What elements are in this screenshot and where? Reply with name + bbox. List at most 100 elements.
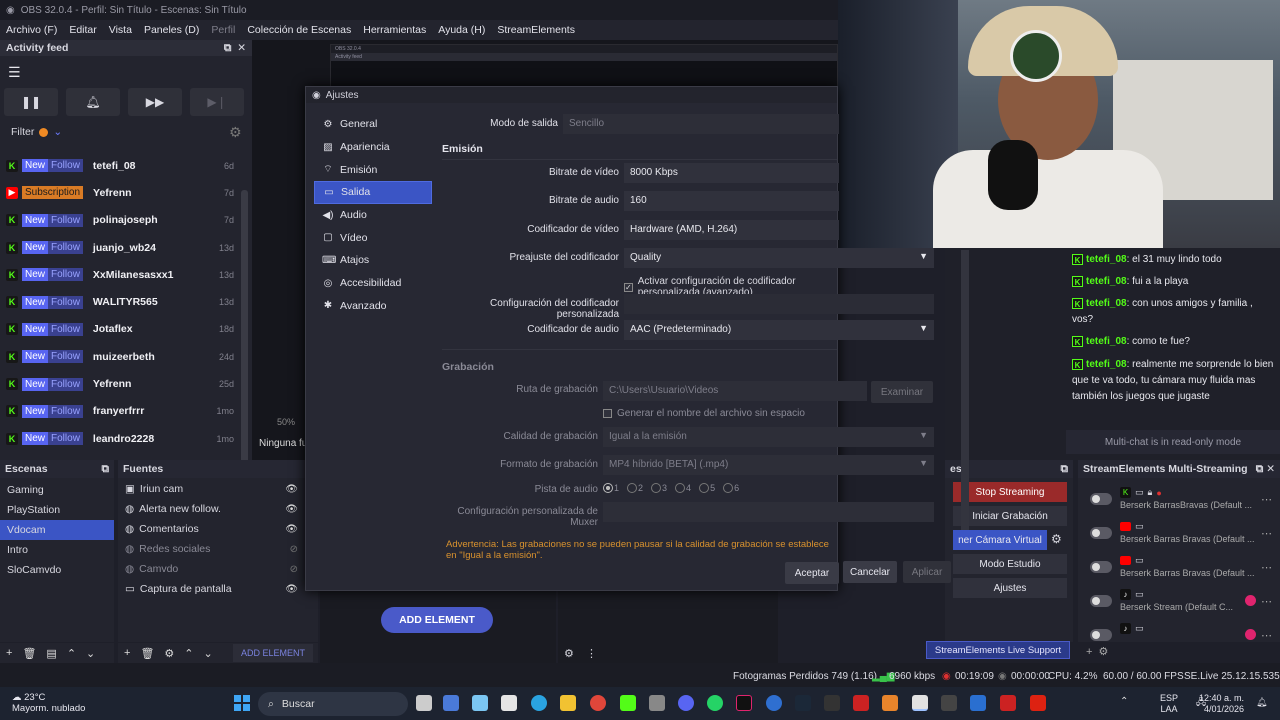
windows-start-icon[interactable] [234,695,250,711]
video-encoder-select[interactable]: Hardware (AMD, H.264) [624,220,839,240]
more-icon[interactable]: ⋯ [1261,561,1272,574]
toggle[interactable] [1090,561,1112,573]
activity-row[interactable]: K New Follow Yefrenn 25d [0,370,240,397]
task-view-icon[interactable] [416,695,432,711]
rec-format-select[interactable]: MP4 híbrido [BETA] (.mp4) ▼ [603,455,934,475]
video-bitrate-input[interactable]: 8000 Kbps [624,163,839,183]
source-item[interactable]: ◍ Alerta new follow. 👁︎ [118,499,318,519]
app-icon[interactable] [970,695,986,711]
toggle[interactable] [1090,527,1112,539]
app-icon[interactable] [443,695,459,711]
toggle[interactable] [1090,595,1112,607]
obs-taskbar-icon[interactable] [912,695,928,711]
gear-icon[interactable]: ⚙ [229,124,242,141]
nav-atajos[interactable]: ⌨ Atajos [314,249,432,272]
menu-streamelements[interactable]: StreamElements [497,24,575,36]
nav-avanzado[interactable]: ✱ Avanzado [314,295,432,318]
menu-ayuda[interactable]: Ayuda (H) [438,24,485,36]
menu-editar[interactable]: Editar [69,24,96,36]
close-icon[interactable]: ✕ [1266,463,1275,475]
menu-paneles[interactable]: Paneles (D) [144,24,199,36]
activity-row[interactable]: K New Follow XxMilanesasxx1 13d [0,261,240,288]
more-icon[interactable]: ⋯ [1261,629,1272,642]
tiktok-app-icon[interactable] [736,695,752,711]
activity-row[interactable]: K New Follow franyerfrrr 1mo [0,398,240,425]
activity-row[interactable]: K New Follow muizeerbeth 24d [0,343,240,370]
move-down-icon[interactable]: ⌄ [86,647,95,660]
notification-icon[interactable]: 🔔︎ [1256,697,1267,708]
filter-icon[interactable]: ▤ [46,647,56,660]
toggle[interactable] [1090,493,1112,505]
undock-icon[interactable]: ⧉ [1256,463,1264,475]
track-radio[interactable]: 2 [627,483,643,493]
menu-archivo[interactable]: Archivo (F) [6,24,57,36]
alert-icon[interactable] [1245,629,1256,640]
custom-encoder-input[interactable] [624,294,934,314]
alert-icon[interactable] [1245,595,1256,606]
activity-row[interactable]: ▶ Subscription Yefrenn 7d [0,179,240,206]
source-item[interactable]: ▭ Captura de pantalla 👁︎ [118,579,318,599]
dialog-scrollbar[interactable] [961,250,969,530]
app-icon[interactable] [1000,695,1016,711]
eye-hidden-icon[interactable]: ⊘ [290,564,298,575]
nav-salida[interactable]: ▭ Salida [314,181,432,204]
gear-icon[interactable]: ⚙ [164,647,174,660]
track-radio[interactable]: 6 [723,483,739,493]
messenger-icon[interactable] [766,695,782,711]
app-icon[interactable] [649,695,665,711]
move-down-icon[interactable]: ⌄ [204,647,213,660]
source-item[interactable]: ◍ Comentarios 👁︎ [118,519,318,539]
more-icon[interactable]: ⋯ [1261,527,1272,540]
filter-dropdown[interactable]: Filter ⌄ [11,126,62,138]
activity-row[interactable]: K New Follow tetefi_08 6d [0,152,240,179]
scene-item[interactable]: PlayStation [0,500,114,520]
settings-button[interactable]: Ajustes [953,578,1067,598]
track-radio[interactable]: 5 [699,483,715,493]
source-item[interactable]: ▣ Iriun cam 👁︎ [118,479,318,499]
clock[interactable]: 12:40 a. m. 4/01/2026 [1198,693,1244,715]
app-icon[interactable] [853,695,869,711]
ok-button[interactable]: Aceptar [785,562,839,584]
move-up-icon[interactable]: ⌃ [184,647,193,660]
trash-icon[interactable]: 🗑︎ [140,647,154,660]
menu-coleccion[interactable]: Colección de Escenas [247,24,351,36]
settings-icon[interactable]: ⚙ [564,647,574,660]
more-icon[interactable]: ⋯ [1261,493,1272,506]
toggle[interactable] [1090,629,1112,641]
no-space-checkbox[interactable]: Generar el nombre del archivo sin espaci… [603,408,805,419]
copilot-icon[interactable] [472,695,488,711]
undock-icon[interactable]: ⧉ [224,42,232,54]
track-radio[interactable]: 3 [651,483,667,493]
live-support-button[interactable]: StreamElements Live Support [926,641,1070,659]
language-indicator[interactable]: ESP LAA [1160,693,1178,715]
taskbar-search[interactable]: ⌕ Buscar [258,692,408,716]
more-icon[interactable]: ⋮ [586,647,597,660]
start-recording-button[interactable]: Iniciar Grabación [953,506,1067,526]
skip-button[interactable]: ▶▶ [128,88,182,116]
whatsapp-icon[interactable] [707,695,723,711]
app-icon[interactable] [1030,695,1046,711]
eye-hidden-icon[interactable]: ⊘ [290,544,298,555]
scrollbar[interactable] [241,190,248,496]
add-element-button[interactable]: ADD ELEMENT [381,607,493,633]
menu-perfil[interactable]: Perfil [211,24,235,36]
weather-widget[interactable]: ☁ 23°C Mayorm. nublado [12,692,85,714]
trash-icon[interactable]: 🗑︎ [22,647,36,660]
app-icon[interactable] [824,695,840,711]
activity-row[interactable]: K New Follow WALITYR565 13d [0,288,240,315]
eye-icon[interactable]: 👁︎ [285,484,298,495]
more-icon[interactable]: ⋯ [1261,595,1272,608]
undock-icon[interactable]: ⧉ [1061,463,1069,475]
add-icon[interactable]: + [6,647,12,659]
source-item[interactable]: ◍ Camvdo ⊘ [118,559,318,579]
virtual-camera-button[interactable]: ner Cámara Virtual [953,530,1047,550]
app-icon[interactable] [941,695,957,711]
mute-button[interactable]: 🔔︎ [66,88,120,116]
scene-item[interactable]: Intro [0,540,114,560]
hamburger-icon[interactable]: ☰ [8,64,21,81]
stop-streaming-button[interactable]: Stop Streaming [953,482,1067,502]
tray-chevron-icon[interactable]: ⌃ [1120,696,1128,707]
close-icon[interactable]: ✕ [237,42,246,54]
nav-audio[interactable]: ◀) Audio [314,204,432,227]
store-icon[interactable] [501,695,517,711]
